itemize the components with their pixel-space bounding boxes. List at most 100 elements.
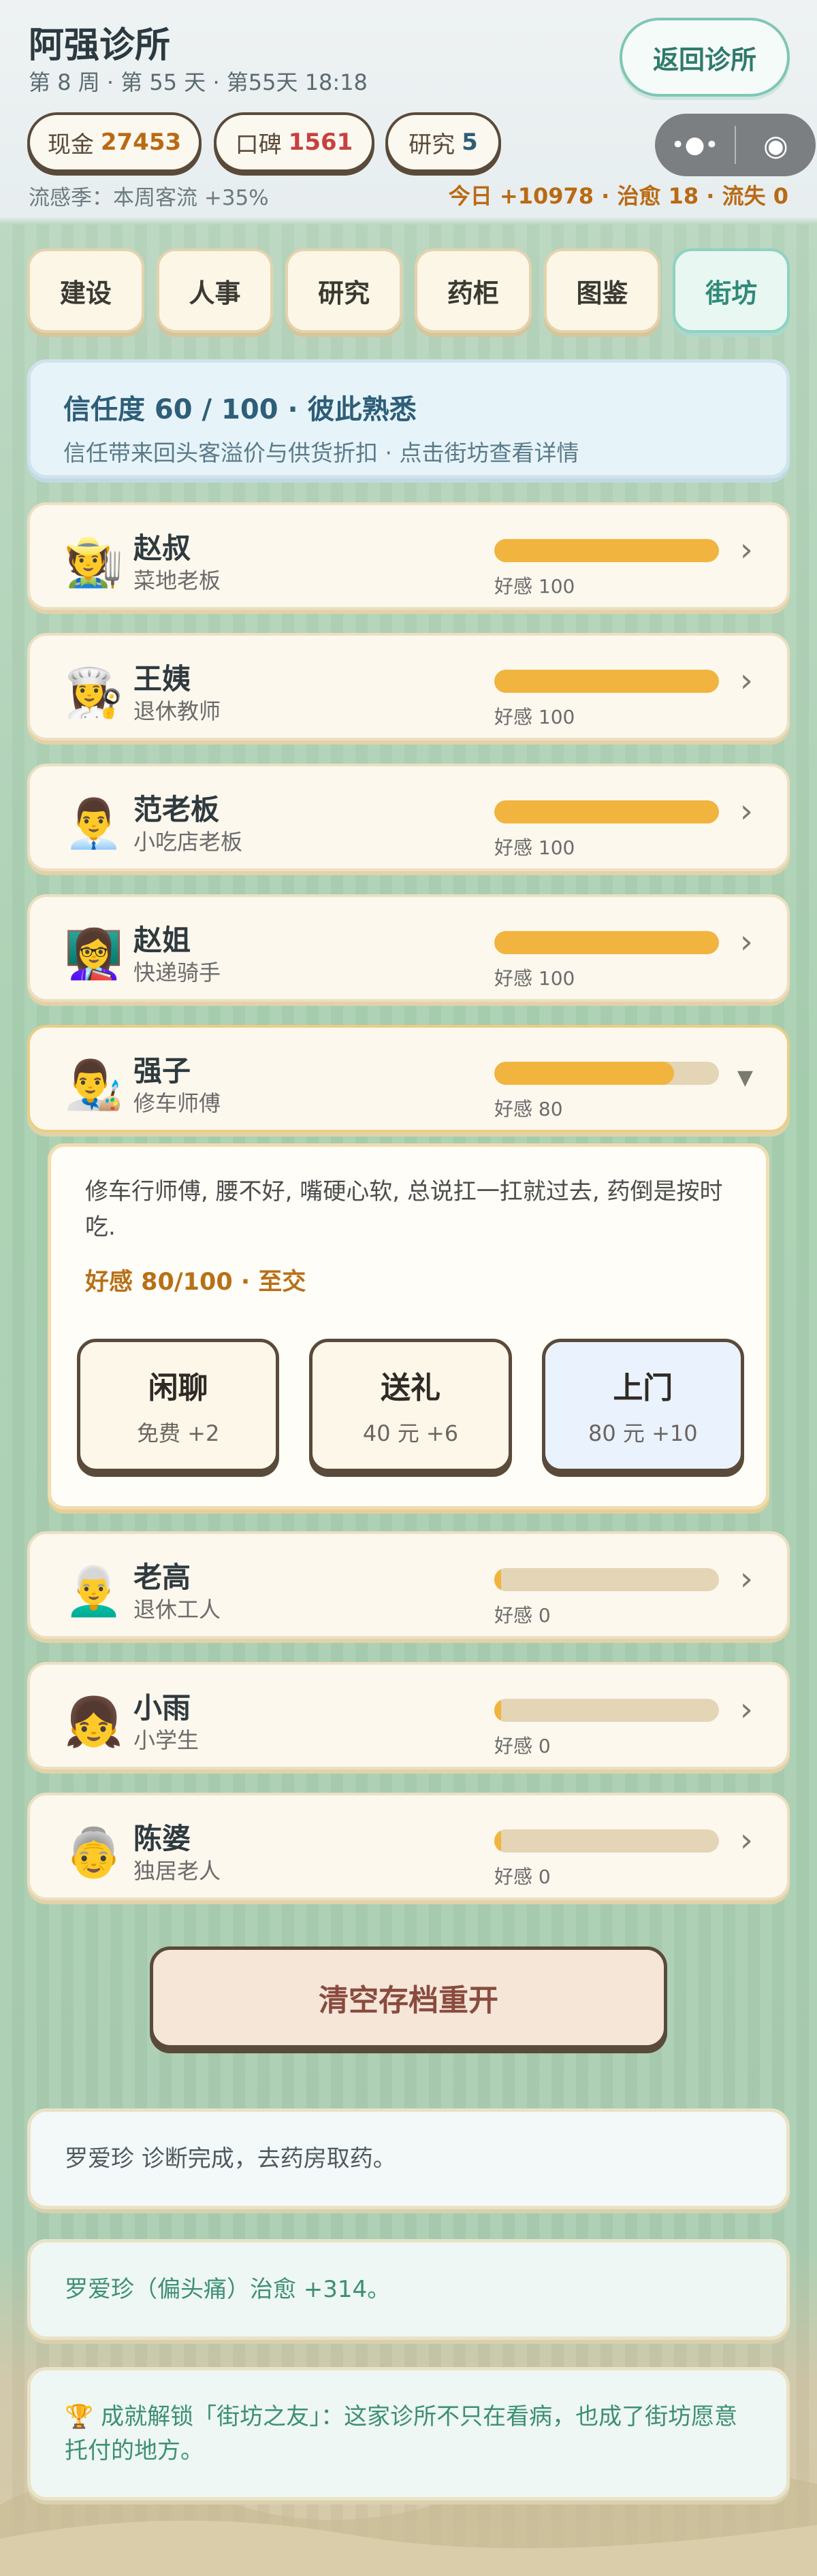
favor-bar xyxy=(494,800,719,824)
tab-research[interactable]: 研究 xyxy=(285,248,403,333)
favor-fill xyxy=(494,931,719,954)
neighbor-role: 小学生 xyxy=(133,1727,199,1753)
neighbor-role: 菜地老板 xyxy=(133,568,221,593)
neighbor-row-qiangzi[interactable]: 👨‍🎨 强子 修车师傅 好感 80 ▼ xyxy=(27,1025,790,1132)
favor-label: 好感 0 xyxy=(494,1604,551,1627)
favor-bar xyxy=(494,1568,719,1591)
favor-fill xyxy=(494,1062,674,1085)
favor-fill xyxy=(494,1568,501,1591)
gift-button[interactable]: 送礼 40 元 +6 xyxy=(309,1339,512,1472)
favor-bar xyxy=(494,931,719,954)
old-woman-avatar-icon: 👵 xyxy=(64,1825,124,1880)
reputation-stat: 口碑 1561 xyxy=(214,112,374,172)
neighbor-row-wang-yi[interactable]: 👩‍🍳 王姨 退休教师 好感 100 › xyxy=(27,633,790,740)
chevron-right-icon: › xyxy=(739,923,753,961)
tab-catalog[interactable]: 图鉴 xyxy=(543,248,661,333)
old-man-avatar-icon: 👨‍🦳 xyxy=(64,1563,124,1619)
achievement-message: 🏆 成就解锁「街坊之友」：这家诊所不只在看病，也成了街坊愿意托付的地方。 xyxy=(27,2367,790,2500)
tab-neighborhood[interactable]: 街坊 xyxy=(673,248,790,333)
neighbor-role: 独居老人 xyxy=(133,1858,221,1884)
gift-cost: 40 元 +6 xyxy=(362,1420,459,1446)
home-visit-button[interactable]: 上门 80 元 +10 xyxy=(541,1339,744,1472)
research-stat: 研究 5 xyxy=(385,112,501,172)
miniprogram-capsule: •●• ◉ xyxy=(655,114,816,176)
businessman-avatar-icon: 👨‍💼 xyxy=(64,796,124,851)
cash-stat: 现金 27453 xyxy=(27,112,202,172)
neighbor-row-zhao-jie[interactable]: 👩‍🏫 赵姐 快递骑手 好感 100 › xyxy=(27,894,790,1002)
favor-label: 好感 80 xyxy=(494,1098,563,1120)
chat-button[interactable]: 闲聊 免费 +2 xyxy=(77,1339,280,1472)
tab-staff[interactable]: 人事 xyxy=(156,248,274,333)
trust-level: 信任度 60 / 100 · 彼此熟悉 xyxy=(63,394,417,425)
chat-cost: 免费 +2 xyxy=(136,1420,220,1446)
farmer-avatar-icon: 🧑‍🌾 xyxy=(64,534,124,590)
mechanic-avatar-icon: 👨‍🎨 xyxy=(64,1057,124,1113)
cash-value: 27453 xyxy=(100,129,182,156)
trust-banner: 信任度 60 / 100 · 彼此熟悉 信任带来回头客溢价与供货折扣 · 点击街… xyxy=(27,359,790,478)
close-target-icon[interactable]: ◉ xyxy=(736,114,816,176)
tab-build[interactable]: 建设 xyxy=(27,248,144,333)
favor-bar xyxy=(494,670,719,693)
flu-season-notice: 流感季：本周客流 +35% xyxy=(29,186,269,210)
header-bar: 阿强诊所 第 8 周 · 第 55 天 · 第55天 18:18 返回诊所 现金… xyxy=(0,0,817,218)
neighbor-role: 快递骑手 xyxy=(133,960,221,985)
chevron-down-icon: ▼ xyxy=(737,1066,753,1090)
chevron-right-icon: › xyxy=(739,662,753,700)
favor-fill xyxy=(494,1829,501,1853)
favor-label: 好感 0 xyxy=(494,1865,551,1888)
chevron-right-icon: › xyxy=(739,531,753,569)
favor-relationship: 好感 80/100 · 至交 xyxy=(85,1269,306,1296)
interaction-actions: 闲聊 免费 +2 送礼 40 元 +6 上门 80 元 +10 xyxy=(77,1339,744,1472)
more-menu-icon[interactable]: •●• xyxy=(655,114,735,176)
favor-bar xyxy=(494,539,719,562)
neighbor-name: 老高 xyxy=(133,1561,191,1594)
neighbor-row-fan-laoban[interactable]: 👨‍💼 范老板 小吃店老板 好感 100 › xyxy=(27,764,790,871)
trust-hint: 信任带来回头客溢价与供货折扣 · 点击街坊查看详情 xyxy=(63,440,579,466)
favor-bar xyxy=(494,1062,719,1085)
favor-label: 好感 100 xyxy=(494,967,575,990)
favor-fill xyxy=(494,1699,501,1722)
neighbor-name: 范老板 xyxy=(133,793,220,826)
favor-bar xyxy=(494,1829,719,1853)
reset-save-button[interactable]: 清空存档重开 xyxy=(150,1946,667,2049)
teacher-avatar-icon: 👩‍🍳 xyxy=(64,665,124,721)
neighbor-name: 赵叔 xyxy=(133,532,191,565)
courier-avatar-icon: 👩‍🏫 xyxy=(64,926,124,982)
back-to-clinic-button[interactable]: 返回诊所 xyxy=(620,18,790,97)
reputation-label: 口碑 xyxy=(235,131,282,159)
neighbor-detail-card: 修车行师傅, 腰不好, 嘴硬心软, 总说扛一扛就过去, 药倒是按时吃. 好感 8… xyxy=(48,1143,769,1510)
neighbor-row-chen-po[interactable]: 👵 陈婆 独居老人 好感 0 › xyxy=(27,1793,790,1900)
research-value: 5 xyxy=(462,129,478,156)
neighbor-description: 修车行师傅, 腰不好, 嘴硬心软, 总说扛一扛就过去, 药倒是按时吃. xyxy=(85,1178,723,1241)
neighbor-role: 退休教师 xyxy=(133,698,221,724)
visit-cost: 80 元 +10 xyxy=(588,1420,698,1446)
neighbor-name: 小雨 xyxy=(133,1691,191,1725)
log-message: 罗爱珍 诊断完成，去药房取药。 xyxy=(27,2108,790,2209)
favor-label: 好感 100 xyxy=(494,575,575,598)
chevron-right-icon: › xyxy=(739,792,753,830)
favor-label: 好感 100 xyxy=(494,706,575,728)
chevron-right-icon: › xyxy=(739,1691,753,1729)
neighbor-role: 小吃店老板 xyxy=(133,829,243,855)
daily-summary: 今日 +10978 · 治愈 18 · 流失 0 xyxy=(448,183,788,209)
neighbor-row-lao-gao[interactable]: 👨‍🦳 老高 退休工人 好感 0 › xyxy=(27,1531,790,1639)
main-tabs: 建设 人事 研究 药柜 图鉴 街坊 xyxy=(27,248,790,337)
favor-fill xyxy=(494,670,719,693)
girl-avatar-icon: 👧 xyxy=(64,1694,124,1750)
tab-pharmacy[interactable]: 药柜 xyxy=(415,248,532,333)
neighbor-name: 赵姐 xyxy=(133,924,191,957)
favor-fill xyxy=(494,800,719,824)
neighbor-role: 退休工人 xyxy=(133,1597,221,1623)
chat-label: 闲聊 xyxy=(148,1371,208,1405)
neighbor-role: 修车师傅 xyxy=(133,1090,221,1116)
gift-label: 送礼 xyxy=(380,1371,440,1405)
cash-label: 现金 xyxy=(47,131,94,159)
visit-label: 上门 xyxy=(613,1371,673,1405)
chevron-right-icon: › xyxy=(739,1560,753,1598)
neighbor-name: 强子 xyxy=(133,1054,191,1088)
neighbor-row-zhao-shu[interactable]: 🧑‍🌾 赵叔 菜地老板 好感 100 › xyxy=(27,502,790,610)
neighbor-row-xiao-yu[interactable]: 👧 小雨 小学生 好感 0 › xyxy=(27,1662,790,1770)
favor-label: 好感 0 xyxy=(494,1735,551,1757)
neighbor-name: 陈婆 xyxy=(133,1822,191,1855)
favor-bar xyxy=(494,1699,719,1722)
